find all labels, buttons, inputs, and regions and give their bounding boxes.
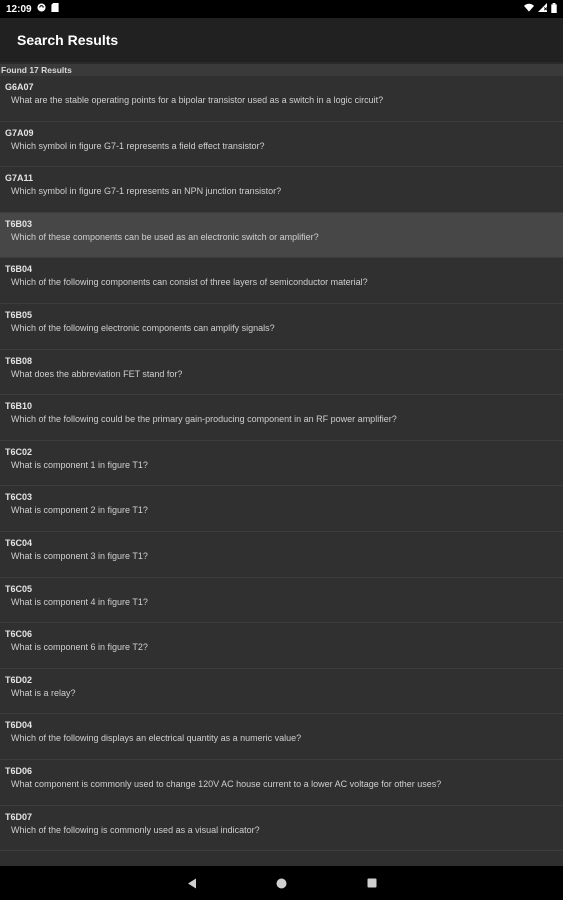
question-id: T6D02	[5, 674, 33, 685]
result-row[interactable]: T6C06 What is component 6 in figure T2?	[0, 623, 563, 669]
question-text: What is component 1 in figure T1?	[11, 459, 148, 470]
question-text: Which of these components can be used as…	[11, 231, 319, 242]
question-text: Which of the following could be the prim…	[11, 414, 397, 425]
question-text: What are the stable operating points for…	[11, 95, 384, 105]
sd-card-icon	[50, 3, 59, 15]
back-button[interactable]	[147, 878, 237, 889]
result-row[interactable]: G7A11 Which symbol in figure G7-1 represe…	[0, 167, 563, 213]
question-id: T6B03	[5, 218, 33, 229]
result-row[interactable]: T6D02 What is a relay?	[0, 668, 563, 715]
question-id: G7A11	[5, 173, 34, 184]
result-row[interactable]: T6D07 Which of the following is commonly …	[0, 805, 563, 852]
home-icon	[276, 878, 287, 888]
battery-icon	[551, 2, 557, 16]
question-text: Which symbol in figure G7-1 represents a…	[11, 186, 282, 197]
question-text: What is component 3 in figure T1?	[11, 550, 148, 561]
question-id: T6B04	[5, 264, 33, 275]
app-bar: Search Results	[0, 18, 563, 62]
question-text: What is a relay?	[11, 687, 76, 698]
back-icon	[187, 878, 196, 888]
question-id: G7A09	[5, 127, 34, 138]
question-id: T6D07	[5, 811, 33, 822]
question-id: T6C04	[5, 537, 33, 548]
question-id: T6B05	[5, 309, 33, 320]
result-row[interactable]: T6C05 What is component 4 in figure T1?	[0, 577, 563, 624]
sync-notification-icon	[37, 3, 46, 15]
results-list: G6A07 What are the stable operating point…	[0, 76, 563, 852]
question-text: What is component 6 in figure T2?	[11, 642, 148, 653]
result-row[interactable]: G6A07 What are the stable operating point…	[0, 76, 563, 122]
status-right	[524, 2, 557, 16]
question-id: T6B08	[5, 355, 33, 366]
signal-icon	[538, 3, 548, 15]
question-text: What is component 4 in figure T1?	[11, 596, 148, 607]
recents-button[interactable]	[327, 878, 417, 888]
result-row[interactable]: T6D06 What component is commonly used to …	[0, 759, 563, 806]
result-row[interactable]: G7A09 Which symbol in figure G7-1 represe…	[0, 121, 563, 168]
question-id: T6C06	[5, 629, 33, 640]
question-text: Which of the following is commonly used …	[11, 824, 260, 835]
question-id: T6B10	[5, 401, 33, 412]
result-row[interactable]: T6B10 Which of the following could be the…	[0, 395, 563, 441]
result-row[interactable]: T6D04 Which of the following displays an …	[0, 714, 563, 760]
result-row[interactable]: T6B05 Which of the following electronic c…	[0, 303, 563, 350]
question-id: T6D04	[5, 720, 33, 731]
home-button[interactable]	[237, 878, 327, 889]
result-row[interactable]: T6B04 Which of the following components c…	[0, 258, 563, 304]
recents-icon	[367, 878, 376, 888]
wifi-icon	[524, 3, 534, 15]
results-count-header: Found 17 Results	[0, 64, 563, 76]
question-id: T6C02	[5, 446, 33, 457]
question-text: Which of the following electronic compon…	[11, 322, 275, 333]
question-id: T6C03	[5, 492, 33, 503]
result-row[interactable]: T6B08 What does the abbreviation FET stan…	[0, 349, 563, 396]
page-title: Search Results	[17, 32, 119, 48]
navigation-bar	[0, 866, 563, 900]
question-id: T6D06	[5, 765, 33, 776]
status-left: 12:09	[6, 3, 59, 15]
question-text: Which of the following displays an elect…	[11, 733, 302, 744]
result-row[interactable]: T6C04 What is component 3 in figure T1?	[0, 531, 563, 578]
question-text: Which symbol in figure G7-1 represents a…	[11, 140, 265, 151]
result-row[interactable]: T6B03 Which of these components can be us…	[0, 212, 563, 259]
result-row[interactable]: T6C03 What is component 2 in figure T1?	[0, 486, 563, 532]
status-bar: 12:09	[0, 0, 563, 18]
result-row[interactable]: T6C02 What is component 1 in figure T1?	[0, 440, 563, 487]
question-text: What is component 2 in figure T1?	[11, 505, 148, 516]
question-id: G6A07	[5, 82, 34, 92]
question-text: What component is commonly used to chang…	[11, 778, 442, 789]
question-id: T6C05	[5, 583, 33, 594]
question-text: What does the abbreviation FET stand for…	[11, 368, 183, 379]
status-time: 12:09	[6, 3, 32, 15]
screen: 12:09 Search Results Found 17 Results G6…	[0, 0, 563, 900]
question-text: Which of the following components can co…	[11, 277, 368, 288]
